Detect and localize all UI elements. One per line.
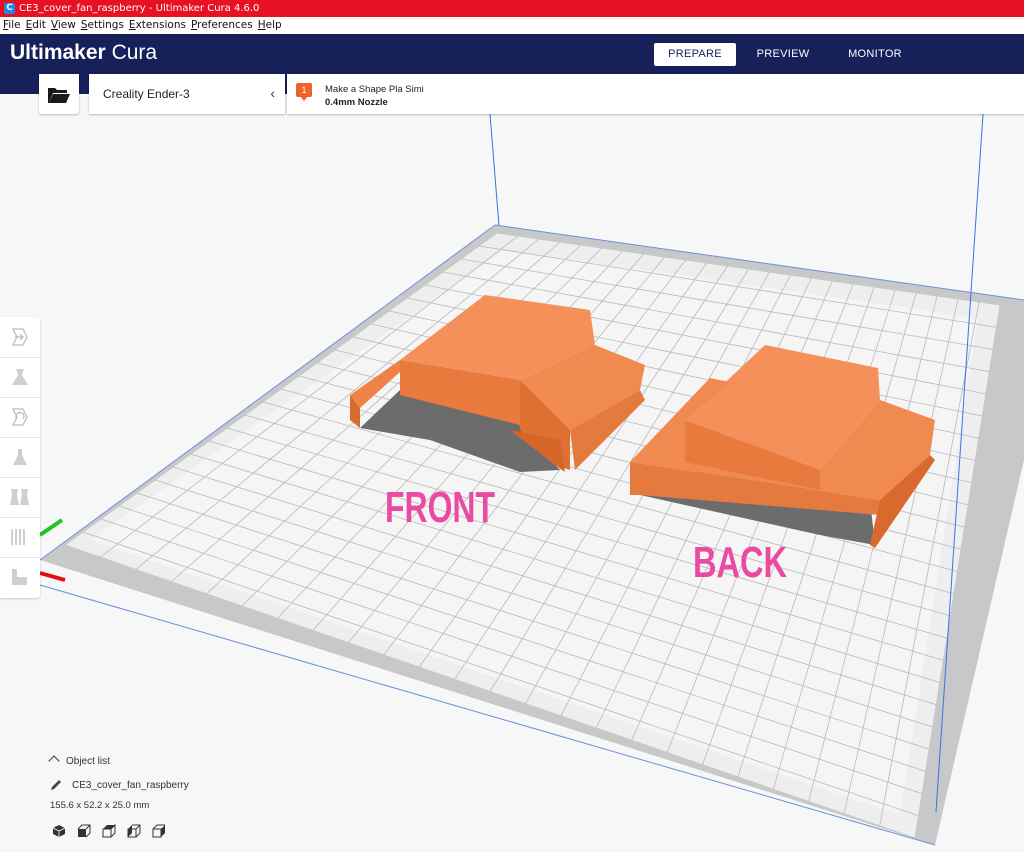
view-3d-icon[interactable] [52, 824, 66, 838]
brand-bold: Ultimaker [10, 41, 106, 64]
support-blocker-button[interactable] [0, 517, 40, 558]
ultimaker-cura-logo: Ultimaker Cura [10, 41, 157, 65]
brand-light: Cura [111, 41, 158, 64]
layflat-tool-button[interactable] [0, 557, 40, 597]
move-tool-button[interactable] [0, 317, 40, 358]
app-header: Ultimaker Cura PREPARE PREVIEW MONITOR [0, 34, 1024, 74]
view-left-icon[interactable] [127, 824, 141, 838]
menu-extensions[interactable]: Extensions [129, 17, 186, 34]
view-top-icon[interactable] [102, 824, 116, 838]
menu-settings[interactable]: Settings [81, 17, 124, 34]
folder-icon [48, 88, 70, 103]
tool-panel [0, 317, 40, 598]
pencil-icon[interactable] [50, 779, 62, 791]
extruder-badge-icon: 1 [296, 83, 312, 97]
x-axis-indicator [39, 571, 66, 582]
object-dimensions: 155.6 x 52.2 x 25.0 mm [50, 800, 150, 811]
nozzle-name: 0.4mm Nozzle [325, 97, 388, 108]
per-model-settings-icon [10, 489, 29, 505]
object-name[interactable]: CE3_cover_fan_raspberry [72, 780, 189, 791]
mirror-tool-icon [13, 449, 27, 465]
object-list-panel: Object list CE3_cover_fan_raspberry 155.… [40, 752, 300, 847]
view-front-icon[interactable] [77, 824, 91, 838]
tab-monitor[interactable]: MONITOR [836, 43, 914, 66]
object-list-toggle[interactable]: Object list [48, 755, 110, 767]
window-title: CE3_cover_fan_raspberry - Ultimaker Cura… [19, 3, 260, 14]
window-title-bar: C CE3_cover_fan_raspberry - Ultimaker Cu… [0, 0, 1024, 17]
printer-name: Creality Ender-3 [103, 87, 190, 101]
print-setup-selector[interactable]: 1 Make a Shape Pla Simi 0.4mm Nozzle [287, 74, 1024, 114]
tab-prepare[interactable]: PREPARE [654, 43, 736, 66]
layflat-icon [12, 569, 27, 585]
printer-selector[interactable]: Creality Ender-3 ‹ [89, 74, 285, 114]
menu-file[interactable]: File [3, 17, 21, 34]
menu-help[interactable]: Help [258, 17, 282, 34]
tab-preview[interactable]: PREVIEW [745, 43, 821, 66]
y-axis-indicator [38, 518, 64, 537]
object-list-label: Object list [66, 756, 110, 767]
extruder-badge-tail [300, 96, 308, 101]
menu-edit[interactable]: Edit [26, 17, 46, 34]
mirror-tool-button[interactable] [0, 437, 40, 478]
scale-tool-icon [12, 369, 28, 385]
support-blocker-icon [11, 529, 25, 545]
build-volume-edge-left [489, 114, 500, 227]
scale-tool-button[interactable] [0, 357, 40, 398]
view-right-icon[interactable] [152, 824, 166, 838]
camera-view-buttons [52, 824, 177, 838]
chevron-left-icon: ‹ [270, 85, 275, 101]
cura-app-icon: C [4, 3, 15, 14]
front-label: FRONT [385, 483, 495, 532]
menu-bar: File Edit View Settings Extensions Prefe… [0, 17, 1024, 34]
chevron-up-icon [48, 755, 60, 767]
build-plate-viewport[interactable]: FRONT BACK [0, 114, 1024, 852]
back-label: BACK [693, 538, 787, 587]
menu-preferences[interactable]: Preferences [191, 17, 253, 34]
rotate-tool-button[interactable] [0, 397, 40, 438]
per-model-settings-button[interactable] [0, 477, 40, 518]
open-file-button[interactable] [39, 74, 79, 114]
material-name: Make a Shape Pla Simi [325, 84, 424, 95]
move-tool-icon [12, 328, 28, 346]
menu-view[interactable]: View [51, 17, 76, 34]
rotate-tool-icon [12, 408, 28, 426]
